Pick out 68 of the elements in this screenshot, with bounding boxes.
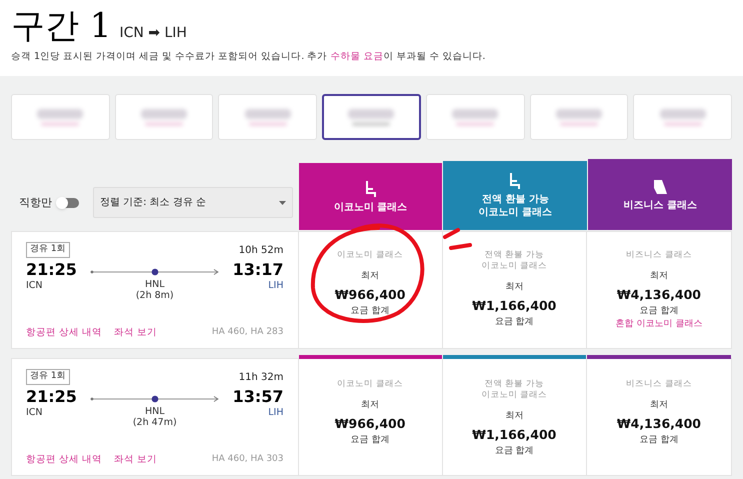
arrival-airport: LIH (268, 278, 284, 293)
fare-class-title: 전액 환불 가능 이코노미 클래스 (478, 193, 552, 220)
sort-dropdown[interactable]: 정렬 기준: 최소 경유 순 (93, 187, 293, 218)
seat-icon (364, 180, 378, 198)
fare-cell[interactable]: 전액 환불 가능 이코노미 클래스 최저 ₩1,166,400 요금 합계 (442, 359, 587, 476)
seat-map-link[interactable]: 좌석 보기 (114, 326, 158, 340)
caret-icon (279, 200, 286, 205)
lowest-label: 최저 (361, 270, 380, 284)
flight-details-link[interactable]: 항공편 상세 내역 (26, 326, 102, 340)
layover-duration: (2h 47m) (132, 416, 177, 429)
direct-only-toggle[interactable] (57, 198, 79, 208)
stopover-airport: HNL (144, 406, 165, 417)
fare-cell[interactable]: 비즈니스 클래스 최저 ₩4,136,400 요금 합계 (586, 359, 731, 476)
lowest-label: 최저 (650, 399, 668, 412)
fare-cell[interactable]: 전액 환불 가능 이코노미 클래스 최저 ₩1,166,400 요금 합계 (442, 232, 587, 348)
departure-time: 21:25 (26, 260, 77, 279)
stopover-airport: HNL (144, 278, 165, 290)
fare-price: ₩1,166,400 (472, 296, 556, 315)
seat-map-link[interactable]: 좌석 보기 (114, 453, 158, 468)
departure-time: 21:25 (26, 388, 77, 406)
fare-class-title: 비즈니스 클래스 (623, 198, 697, 212)
lowest-label: 최저 (505, 281, 524, 294)
seat-icon (508, 172, 522, 190)
fare-total-label: 요금 합계 (350, 434, 390, 446)
fare-total-label: 요금 합계 (494, 444, 534, 458)
fare-total-label: 요금 합계 (639, 434, 678, 446)
fare-total-label: 요금 합계 (639, 304, 678, 318)
arrival-time: 13:57 (232, 388, 284, 406)
fare-price: ₩1,166,400 (472, 426, 556, 444)
fare-price: ₩4,136,400 (616, 286, 701, 304)
duration-text: 11h 32m (238, 370, 284, 384)
lowest-label: 최저 (505, 410, 524, 424)
departure-airport: ICN (26, 278, 44, 293)
layover-duration: (2h 8m) (136, 290, 174, 302)
fare-class-name: 비즈니스 클래스 (626, 379, 692, 390)
date-tab[interactable] (322, 94, 421, 140)
fare-cell[interactable]: 비즈니스 클래스 최저 ₩4,136,400 요금 합계 혼합 이코노미 클래스 (586, 232, 731, 348)
fare-price: ₩966,400 (334, 414, 406, 433)
flight-numbers: HA 460, HA 303 (212, 453, 284, 466)
lowest-label: 최저 (650, 270, 668, 284)
fare-class-title: 이코노미 클래스 (334, 200, 408, 214)
route-text: ICN ➡ LIH (119, 24, 187, 43)
lowest-label: 최저 (361, 399, 380, 412)
stops-badge: 경유 1회 (26, 369, 70, 385)
baggage-fee-link[interactable]: 수하물 요금 (330, 51, 384, 62)
flight-numbers: HA 460, HA 283 (212, 326, 284, 340)
fare-class-name: 전액 환불 가능 이코노미 클래스 (481, 250, 548, 272)
arrival-time: 13:17 (232, 260, 284, 279)
mixed-class-link[interactable]: 혼합 이코노미 클래스 (616, 318, 702, 332)
fare-class-name: 비즈니스 클래스 (626, 250, 692, 262)
fare-total-label: 요금 합계 (494, 316, 534, 328)
departure-airport: ICN (26, 406, 44, 420)
direct-only-label: 직항만 (19, 194, 52, 210)
armchair-icon (651, 178, 670, 196)
fare-price: ₩4,136,400 (616, 414, 701, 433)
page-title: 구간 1 (11, 5, 112, 48)
fare-class-name: 전액 환불 가능 이코노미 클래스 (481, 379, 548, 402)
duration-text: 10h 52m (238, 244, 284, 258)
flight-details-link[interactable]: 항공편 상세 내역 (26, 453, 102, 468)
fare-total-label: 요금 합계 (350, 304, 390, 318)
fare-class-name: 이코노미 클래스 (337, 250, 403, 262)
arrival-airport: LIH (268, 406, 284, 420)
price-notice: 승객 1인당 표시된 가격이며 세금 및 수수료가 포함되어 있습니다. 추가 수하물 요금 이 부과될 수 있습니다. (11, 50, 486, 64)
fare-cell[interactable]: 이코노미 클래스 최저 ₩966,400 요금 합계 (298, 232, 443, 348)
stops-badge: 경유 1회 (26, 242, 70, 258)
fare-price: ₩966,400 (334, 286, 406, 304)
fare-class-name: 이코노미 클래스 (337, 379, 403, 390)
fare-cell[interactable]: 이코노미 클래스 최저 ₩966,400 요금 합계 (298, 359, 443, 476)
